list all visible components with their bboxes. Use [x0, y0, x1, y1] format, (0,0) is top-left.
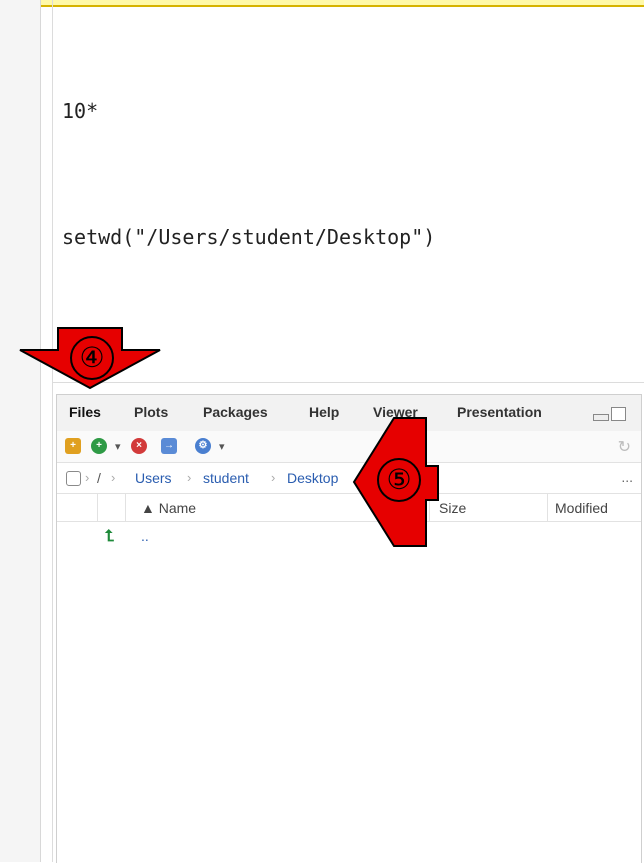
breadcrumb-desktop[interactable]: Desktop [287, 470, 338, 486]
breadcrumb-separator: › [271, 470, 276, 485]
more-dropdown-icon[interactable]: ▾ [219, 440, 225, 453]
breadcrumb-root[interactable]: / [97, 470, 101, 486]
select-all-checkbox[interactable] [66, 471, 81, 486]
window-controls [593, 407, 627, 421]
files-toolbar: + + ▾ × → ⚙ ▾ ↻ [57, 431, 641, 463]
annotation-step-4: ④ [70, 336, 114, 380]
minimize-icon[interactable] [593, 414, 609, 421]
breadcrumb-separator: › [187, 470, 192, 485]
new-file-dropdown-icon[interactable]: ▾ [115, 440, 121, 453]
delete-icon[interactable]: × [131, 438, 147, 454]
breadcrumb-student[interactable]: student [203, 470, 249, 486]
gear-icon[interactable]: ⚙ [195, 438, 211, 454]
tab-files[interactable]: Files [69, 404, 101, 420]
table-row[interactable]: ⮤ .. [57, 522, 641, 550]
column-divider [97, 494, 98, 521]
left-pane [0, 0, 41, 862]
tab-help[interactable]: Help [309, 404, 339, 420]
tab-plots[interactable]: Plots [134, 404, 168, 420]
tab-presentation[interactable]: Presentation [457, 404, 542, 420]
breadcrumb-more[interactable]: ... [621, 469, 633, 485]
new-folder-icon[interactable]: + [65, 438, 81, 454]
column-divider [125, 494, 126, 521]
rename-icon[interactable]: → [161, 438, 177, 454]
up-arrow-icon: ⮤ [105, 528, 115, 545]
console-line-1: 10* [62, 99, 99, 123]
breadcrumb-separator: › [85, 470, 90, 485]
file-table-header: ▲ Name Size Modified [57, 494, 641, 522]
column-modified-header[interactable]: Modified [555, 500, 608, 516]
tab-packages[interactable]: Packages [203, 404, 268, 420]
pane-tab-bar: Files Plots Packages Help Viewer Present… [57, 395, 641, 432]
console-line-2: setwd("/Users/student/Desktop") [62, 225, 436, 249]
pane-divider[interactable] [52, 0, 53, 862]
column-divider [547, 494, 548, 521]
annotation-step-5: ⑤ [377, 458, 421, 502]
maximize-icon[interactable] [611, 407, 626, 421]
parent-directory-link[interactable]: .. [141, 528, 149, 544]
column-size-header[interactable]: Size [439, 500, 466, 516]
column-name-header[interactable]: ▲ Name [141, 500, 196, 516]
files-pane: Files Plots Packages Help Viewer Present… [56, 394, 642, 863]
breadcrumb: › / › Users › student › Desktop ... [57, 463, 641, 494]
breadcrumb-users[interactable]: Users [135, 470, 172, 486]
console-output[interactable]: 10* setwd("/Users/student/Desktop") [62, 6, 632, 300]
breadcrumb-separator: › [111, 470, 116, 485]
new-file-icon[interactable]: + [91, 438, 107, 454]
refresh-icon[interactable]: ↻ [618, 437, 631, 457]
